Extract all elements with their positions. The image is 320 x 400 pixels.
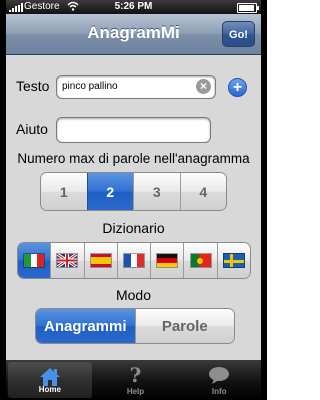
mode-label: Modo bbox=[115, 287, 152, 303]
plus-icon: + bbox=[232, 79, 243, 96]
uk-flag-icon bbox=[56, 253, 79, 268]
dict-option-italian[interactable] bbox=[18, 243, 51, 278]
question-icon: ? bbox=[129, 363, 142, 387]
spain-flag-icon bbox=[89, 253, 112, 268]
tab-home-label: Home bbox=[38, 385, 61, 394]
dict-option-spanish[interactable] bbox=[83, 243, 117, 278]
sweden-flag-icon bbox=[222, 253, 245, 268]
dict-option-portuguese[interactable] bbox=[183, 243, 217, 278]
dictionary-label: Dizionario bbox=[102, 220, 165, 236]
testo-input[interactable]: pinco pallino × bbox=[56, 75, 216, 99]
aiuto-label: Aiuto bbox=[16, 121, 48, 137]
mode-option-parole[interactable]: Parole bbox=[134, 309, 234, 343]
add-button[interactable]: + bbox=[228, 78, 247, 97]
navigation-bar: AnagramMi Go! bbox=[6, 14, 261, 55]
tab-help[interactable]: ? Help bbox=[94, 360, 178, 400]
testo-label: Testo bbox=[16, 78, 50, 94]
words-label: Numero max di parole nell'anagramma bbox=[17, 151, 250, 166]
tab-info-label: Info bbox=[211, 387, 227, 396]
clear-icon[interactable]: × bbox=[196, 79, 211, 94]
dict-option-swedish[interactable] bbox=[216, 243, 250, 278]
portugal-flag-icon bbox=[189, 253, 212, 268]
go-button[interactable]: Go! bbox=[222, 21, 255, 47]
phone-frame: Gestore 5:26 PM AnagramMi Go! Testo pinc… bbox=[0, 0, 267, 400]
words-option-2[interactable]: 2 bbox=[86, 173, 133, 210]
words-option-4[interactable]: 4 bbox=[179, 173, 226, 210]
aiuto-input[interactable] bbox=[56, 117, 211, 143]
words-option-3[interactable]: 3 bbox=[133, 173, 180, 210]
words-option-1[interactable]: 1 bbox=[41, 173, 87, 210]
mode-segmented-control: Anagrammi Parole bbox=[35, 308, 235, 344]
france-flag-icon bbox=[122, 253, 145, 268]
dict-option-english[interactable] bbox=[50, 243, 84, 278]
dict-option-german[interactable] bbox=[150, 243, 184, 278]
testo-input-value: pinco pallino bbox=[62, 81, 118, 92]
status-time: 5:26 PM bbox=[114, 1, 153, 12]
speech-bubble-icon bbox=[177, 364, 261, 386]
battery-icon bbox=[237, 3, 259, 13]
max-words-segmented-control: 1 2 3 4 bbox=[40, 172, 227, 211]
tab-info[interactable]: Info bbox=[177, 360, 261, 400]
dict-option-french[interactable] bbox=[116, 243, 151, 278]
tab-help-label: Help bbox=[126, 387, 145, 396]
status-bar: Gestore 5:26 PM bbox=[6, 0, 261, 14]
screen: Gestore 5:26 PM AnagramMi Go! Testo pinc… bbox=[6, 0, 261, 400]
italy-flag-icon bbox=[23, 253, 46, 268]
dictionary-segmented-control bbox=[17, 242, 251, 279]
mode-option-anagrammi[interactable]: Anagrammi bbox=[36, 309, 135, 343]
germany-flag-icon bbox=[156, 253, 179, 268]
tab-home[interactable]: Home bbox=[8, 362, 92, 398]
tab-bar: Home ? Help Info bbox=[6, 360, 261, 400]
